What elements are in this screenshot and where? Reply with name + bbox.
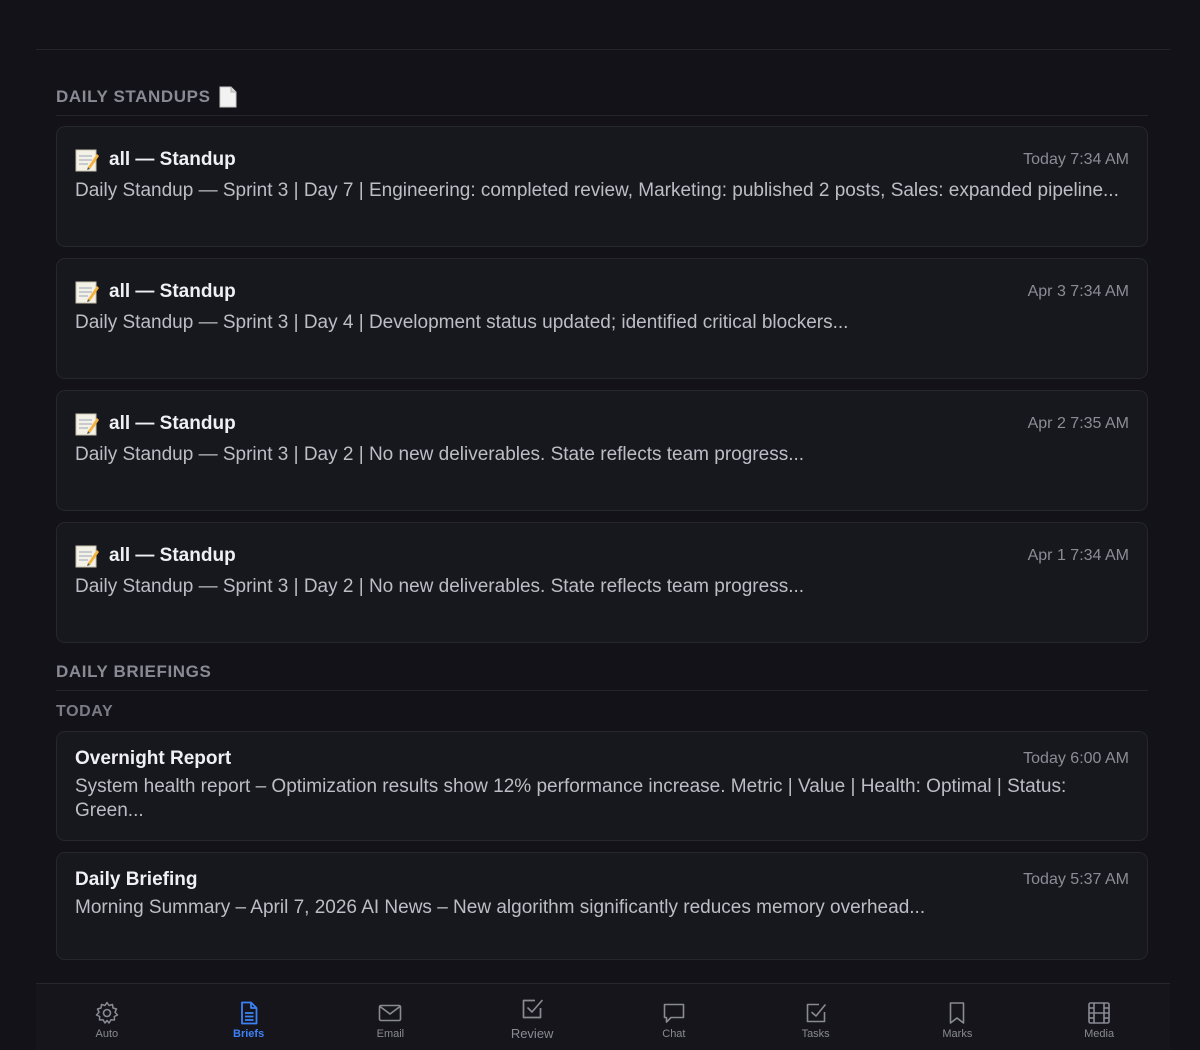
tab-auto[interactable]: Auto [52,984,162,1040]
standups-section-title: DAILY STANDUPS [56,84,1148,110]
tab-tasks[interactable]: Tasks [761,984,871,1040]
briefing-timestamp: Today 6:00 AM [1023,750,1129,767]
standup-title: all — Standup [109,413,236,434]
memo-icon [75,148,99,172]
memo-icon [75,412,99,436]
briefing-card[interactable]: Overnight Report Today 6:00 AM System he… [56,731,1148,841]
standup-title: all — Standup [109,545,236,566]
standup-card[interactable]: all — Standup Today 7:34 AM Daily Standu… [56,126,1148,247]
main-content: DAILY STANDUPS all — Standup Today 7:34 … [56,84,1148,971]
tab-label: Auto [95,1028,119,1040]
standup-timestamp: Today 7:34 AM [1023,151,1129,168]
standup-card[interactable]: all — Standup Apr 1 7:34 AM Daily Standu… [56,522,1148,643]
briefing-summary: System health report – Optimization resu… [75,776,1067,821]
briefing-title: Daily Briefing [75,869,198,890]
standup-timestamp: Apr 3 7:34 AM [1027,283,1129,300]
tab-label: Marks [942,1028,973,1040]
section-divider [56,690,1148,691]
chat-bubble-icon [663,1003,685,1023]
standup-summary: Daily Standup — Sprint 3 | Day 2 | No ne… [75,444,805,465]
standup-summary: Daily Standup — Sprint 3 | Day 2 | No ne… [75,576,805,597]
tab-label: Email [376,1028,405,1040]
standup-timestamp: Apr 1 7:34 AM [1027,547,1129,564]
standups-heading: DAILY STANDUPS [56,87,211,106]
tab-marks[interactable]: Marks [902,984,1012,1040]
bookmark-icon [950,1002,965,1024]
memo-icon [75,280,99,304]
top-divider [36,49,1170,50]
section-divider [56,115,1148,116]
tab-label: Briefs [233,1028,265,1040]
tab-label: Review [510,1026,554,1041]
task-check-icon [806,1003,826,1023]
standup-title: all — Standup [109,149,236,170]
document-icon [240,1001,258,1025]
standup-title: all — Standup [109,281,236,302]
memo-icon [75,544,99,568]
gear-icon [95,1001,119,1024]
tab-media[interactable]: Media [1044,984,1154,1040]
tab-label: Chat [662,1028,686,1040]
film-grid-icon [1088,1002,1110,1024]
app-frame: DAILY STANDUPS all — Standup Today 7:34 … [0,0,1200,1050]
standup-summary: Daily Standup — Sprint 3 | Day 4 | Devel… [75,312,849,333]
standup-card[interactable]: all — Standup Apr 2 7:35 AM Daily Standu… [56,390,1148,511]
briefing-summary: Morning Summary – April 7, 2026 AI News … [75,897,926,918]
tab-chat[interactable]: Chat [619,984,729,1040]
briefing-card[interactable]: Daily Briefing Today 5:37 AM Morning Sum… [56,852,1148,960]
document-icon [219,86,237,108]
briefings-heading: DAILY BRIEFINGS [56,662,212,681]
tab-email[interactable]: Email [335,984,445,1040]
briefings-group-label: TODAY [56,703,114,720]
tab-briefs[interactable]: Briefs [194,984,304,1040]
tab-review[interactable]: Review [477,984,587,1041]
tab-label: Tasks [801,1028,830,1040]
briefings-section-title: DAILY BRIEFINGS [56,659,1148,685]
bottom-tab-bar: Auto Briefs Email Review Chat Tasks Mark… [36,983,1170,1050]
tab-label: Media [1084,1028,1115,1040]
briefing-title: Overnight Report [75,748,232,769]
standup-card[interactable]: all — Standup Apr 3 7:34 AM Daily Standu… [56,258,1148,379]
briefing-timestamp: Today 5:37 AM [1023,871,1129,888]
standup-timestamp: Apr 2 7:35 AM [1027,415,1129,432]
envelope-icon [379,1004,402,1022]
standup-summary: Daily Standup — Sprint 3 | Day 7 | Engin… [75,180,1119,201]
checkbox-icon [522,999,543,1019]
